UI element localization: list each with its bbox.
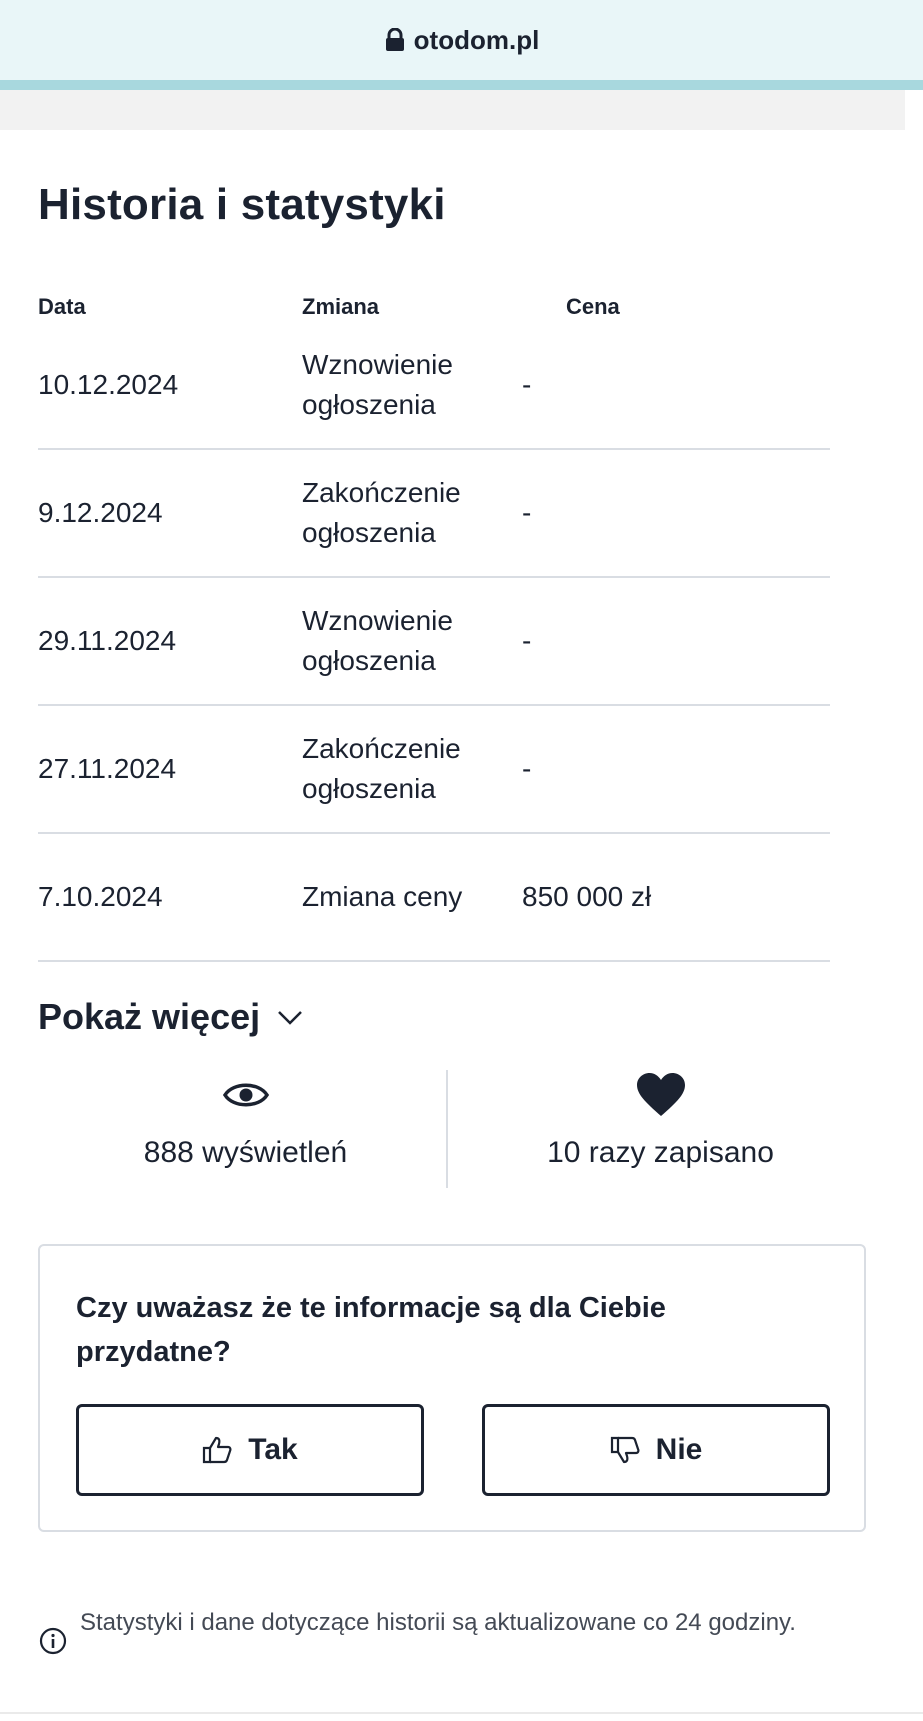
browser-url-bar[interactable]: otodom.pl <box>0 0 923 80</box>
info-icon <box>39 1627 67 1655</box>
row-price: - <box>522 753 532 784</box>
history-table: Data Zmiana Cena 10.12.2024 Wznowienie o… <box>38 292 830 962</box>
saves-count: 10 razy zapisano <box>547 1136 774 1169</box>
saves-stat: 10 razy zapisano <box>453 1070 868 1190</box>
url-text: otodom.pl <box>413 24 540 55</box>
row-price: - <box>522 625 532 656</box>
table-row: 9.12.2024 Zakończenie ogłoszenia - <box>38 450 830 578</box>
feedback-box: Czy uważasz że te informacje są dla Cieb… <box>38 1244 866 1532</box>
eye-icon <box>222 1083 269 1107</box>
info-text: Statystyki i dane dotyczące historii są … <box>80 1609 796 1636</box>
row-change: Wznowienie ogłoszenia <box>302 605 453 676</box>
row-change: Wznowienie ogłoszenia <box>302 349 453 420</box>
views-count: 888 wyświetleń <box>143 1136 348 1169</box>
table-header: Data Zmiana Cena <box>38 292 830 322</box>
row-price: 850 000 zł <box>522 881 652 912</box>
row-date: 7.10.2024 <box>38 881 163 912</box>
show-more-label: Pokaż więcej <box>38 996 261 1037</box>
feedback-yes-label: Tak <box>248 1433 298 1466</box>
heart-icon <box>636 1073 685 1116</box>
stats-divider <box>446 1070 448 1188</box>
bottom-divider <box>0 1712 923 1714</box>
row-price: - <box>522 369 532 400</box>
feedback-no-button[interactable]: Nie <box>482 1404 830 1496</box>
row-date: 27.11.2024 <box>38 753 177 784</box>
column-header-price: Cena <box>566 294 620 319</box>
chevron-down-icon <box>278 1011 303 1025</box>
url-display[interactable]: otodom.pl <box>384 24 540 56</box>
column-header-date: Data <box>38 294 86 319</box>
row-change: Zakończenie ogłoszenia <box>302 477 461 548</box>
show-more-button[interactable]: Pokaż więcej <box>38 996 306 1038</box>
table-body: 10.12.2024 Wznowienie ogłoszenia - 9.12.… <box>38 322 830 962</box>
table-row: 27.11.2024 Zakończenie ogłoszenia - <box>38 706 830 834</box>
section-title: Historia i statystyki <box>38 180 446 229</box>
lock-icon <box>385 28 404 51</box>
feedback-no-label: Nie <box>655 1433 703 1466</box>
row-change: Zakończenie ogłoszenia <box>302 733 461 804</box>
row-date: 9.12.2024 <box>38 497 163 528</box>
row-price: - <box>522 497 532 528</box>
views-stat: 888 wyświetleń <box>38 1070 453 1190</box>
listing-stats: 888 wyświetleń 10 razy zapisano <box>38 1070 868 1190</box>
table-row: 29.11.2024 Wznowienie ogłoszenia - <box>38 578 830 706</box>
feedback-yes-button[interactable]: Tak <box>76 1404 424 1496</box>
thumbs-up-icon <box>203 1436 232 1464</box>
thumbs-down-icon <box>610 1436 640 1464</box>
url-bar-divider <box>0 80 923 90</box>
feedback-question: Czy uważasz że te informacje są dla Cieb… <box>76 1292 666 1368</box>
info-note: Statystyki i dane dotyczące historii są … <box>38 1606 858 1656</box>
table-row: 10.12.2024 Wznowienie ogłoszenia - <box>38 322 830 450</box>
page-top-strip <box>0 90 905 130</box>
row-date: 10.12.2024 <box>38 369 179 400</box>
row-change: Zmiana ceny <box>302 881 463 912</box>
column-header-change: Zmiana <box>302 294 380 319</box>
row-date: 29.11.2024 <box>38 625 177 656</box>
table-row: 7.10.2024 Zmiana ceny 850 000 zł <box>38 834 830 962</box>
